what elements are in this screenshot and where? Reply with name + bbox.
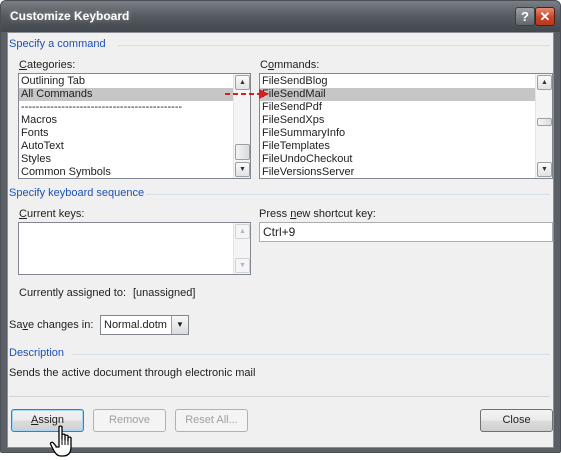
scroll-up-icon: ▲ [235, 224, 250, 239]
section-divider [118, 45, 550, 46]
category-item[interactable]: ----------------------------------------… [19, 101, 233, 114]
commands-list: FileSendBlog FileSendMail FileSendPdf FileS… [260, 75, 535, 178]
command-item[interactable]: FileVersionsServer [260, 166, 535, 178]
new-shortcut-input[interactable]: Ctrl+9 [259, 222, 553, 242]
section-divider [72, 354, 550, 355]
category-item[interactable]: Fonts [19, 127, 233, 140]
category-item[interactable]: Common Symbols [19, 166, 233, 178]
commands-scrollbar[interactable]: ▲ ▼ [535, 74, 552, 178]
help-button[interactable]: ? [515, 7, 535, 26]
category-item[interactable]: AutoText [19, 140, 233, 153]
categories-listbox[interactable]: Outlining Tab All Commands ---------------… [18, 73, 251, 179]
command-item[interactable]: FileUndoCheckout [260, 153, 535, 166]
button-area-divider [9, 396, 550, 397]
current-keys-label: Current keys: [19, 208, 85, 220]
currently-assigned-value: [unassigned] [133, 287, 196, 299]
hand-cursor-icon [49, 425, 72, 457]
category-item[interactable]: Macros [19, 114, 233, 127]
new-shortcut-label: Press new shortcut key: [259, 208, 376, 220]
window-title: Customize Keyboard [10, 9, 130, 23]
remove-button[interactable]: Remove [93, 409, 166, 432]
reset-all-button[interactable]: Reset All... [175, 409, 248, 432]
section-description: Description [9, 347, 65, 359]
command-item[interactable]: FileSendBlog [260, 75, 535, 88]
command-item[interactable]: FileTemplates [260, 140, 535, 153]
command-item[interactable]: FileSendPdf [260, 101, 535, 114]
scroll-up-icon[interactable]: ▲ [537, 75, 552, 90]
chevron-down-icon[interactable]: ▼ [171, 316, 188, 334]
save-changes-label: Save changes in: [9, 319, 94, 331]
close-window-button[interactable]: ✕ [535, 7, 555, 26]
scroll-thumb[interactable] [537, 118, 552, 126]
customize-keyboard-window: Customize Keyboard ? ✕ Specify a command… [0, 0, 561, 453]
category-item[interactable]: All Commands [19, 88, 233, 101]
scroll-down-icon: ▼ [235, 258, 250, 273]
commands-listbox[interactable]: FileSendBlog FileSendMail FileSendPdf FileS… [259, 73, 553, 179]
section-keyboard-sequence: Specify keyboard sequence [9, 187, 145, 199]
categories-list: Outlining Tab All Commands ---------------… [19, 75, 233, 178]
arrow-right-icon [225, 89, 269, 99]
description-text: Sends the active document through electr… [9, 367, 256, 379]
scroll-thumb[interactable] [235, 144, 250, 160]
title-bar: Customize Keyboard ? ✕ [1, 1, 560, 32]
save-changes-dropdown[interactable]: Normal.dotm ▼ [100, 315, 189, 335]
commands-label: Commands: [260, 59, 320, 71]
current-keys-listbox[interactable]: ▲ ▼ [18, 222, 251, 275]
command-item[interactable]: FileSendXps [260, 114, 535, 127]
close-button[interactable]: Close [480, 409, 553, 432]
currently-assigned-label: Currently assigned to: [19, 287, 126, 299]
section-divider [146, 194, 550, 195]
scroll-down-icon[interactable]: ▼ [235, 162, 250, 177]
save-changes-value: Normal.dotm [104, 319, 167, 331]
category-item[interactable]: Outlining Tab [19, 75, 233, 88]
command-item[interactable]: FileSendMail [260, 88, 535, 101]
current-keys-scrollbar: ▲ ▼ [233, 223, 250, 274]
dialog-body: Specify a command Categories: Outlining … [7, 32, 554, 448]
command-item[interactable]: FileSummaryInfo [260, 127, 535, 140]
section-specify-command: Specify a command [9, 38, 106, 50]
category-item[interactable]: Styles [19, 153, 233, 166]
categories-label: Categories: [19, 59, 76, 71]
scroll-down-icon[interactable]: ▼ [537, 162, 552, 177]
